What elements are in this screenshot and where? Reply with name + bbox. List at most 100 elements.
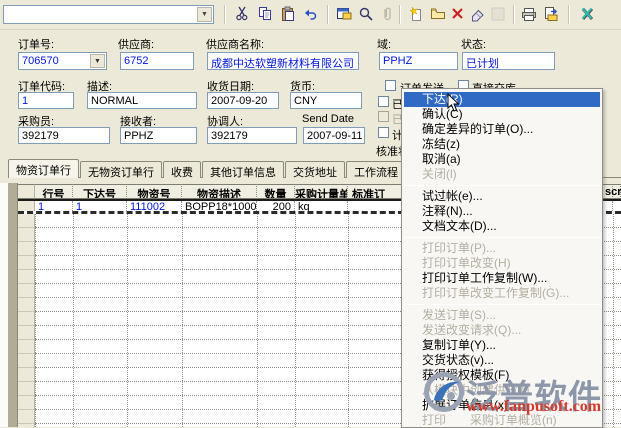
currency-field[interactable]: CNY: [290, 92, 362, 109]
toolbar-separator: [568, 5, 570, 24]
menu-item-trial-post[interactable]: 试过帐(e)...: [402, 189, 602, 204]
watermark: 泛普软件 www.fanpusoft.com: [420, 368, 621, 420]
menu-separator: [404, 185, 600, 186]
new-button[interactable]: [405, 4, 427, 26]
menu-item-confirm[interactable]: 确认(C): [402, 107, 602, 122]
menu-item-freeze[interactable]: 冻结(z): [402, 137, 602, 152]
paste-button[interactable]: [277, 4, 299, 26]
row-selector-cell[interactable]: [18, 256, 35, 270]
tab-delivery-address[interactable]: 交货地址: [285, 161, 345, 178]
tab-nonmaterial-order-lines[interactable]: 无物资订单行: [80, 161, 162, 178]
row-selector-cell[interactable]: [18, 326, 35, 340]
buyer-field[interactable]: 392179: [18, 127, 110, 144]
tab-other-order-info[interactable]: 其他订单信息: [202, 161, 284, 178]
col-item-desc[interactable]: 物资描述: [182, 184, 257, 199]
row-selector-cell[interactable]: [18, 382, 35, 396]
supplier-name-field[interactable]: 成都中达软塑新材料有限公司: [207, 52, 359, 70]
menu-item-copy-order[interactable]: 复制订单(Y)...: [402, 338, 602, 353]
coordinator-field[interactable]: 392179: [207, 127, 297, 144]
order-no-field[interactable]: 706570 ▼: [18, 52, 107, 70]
menu-separator: [404, 237, 600, 238]
cell-qty[interactable]: 200: [257, 201, 295, 211]
excel-export-button[interactable]: [577, 4, 599, 26]
tab-workflow[interactable]: 工作流程: [346, 161, 406, 178]
attachment-button[interactable]: [376, 4, 398, 26]
menu-item-document-text[interactable]: 文档文本(D)...: [402, 219, 602, 234]
cell-release-no[interactable]: 1: [73, 201, 127, 211]
col-line-no[interactable]: 行号: [35, 184, 73, 199]
excel-icon: [580, 6, 596, 25]
search-button[interactable]: [355, 4, 377, 26]
chevron-down-icon[interactable]: ▼: [90, 54, 105, 68]
col-purchase-unit[interactable]: 采购计量单: [295, 184, 348, 199]
checkbox-3[interactable]: [378, 127, 389, 138]
row-selector-cell[interactable]: [18, 298, 35, 312]
status-field[interactable]: 已计划: [462, 52, 555, 70]
row-selector-cell[interactable]: [18, 396, 35, 410]
delete-button[interactable]: [447, 4, 469, 26]
col-release-no[interactable]: 下达号: [73, 184, 127, 199]
description-field[interactable]: NORMAL: [87, 92, 197, 109]
chevron-down-icon[interactable]: ▼: [197, 7, 212, 22]
menu-item-release[interactable]: 下达(R): [404, 92, 600, 107]
toolbar-combobox[interactable]: ▼: [3, 5, 214, 24]
grid-column-line: [295, 214, 296, 427]
currency-value: CNY: [294, 95, 317, 107]
row-selector-cell[interactable]: [18, 270, 35, 284]
receive-date-field[interactable]: 2007-09-20: [207, 92, 279, 109]
grid-column-line: [73, 214, 74, 427]
menu-item-delivery-status[interactable]: 交货状态(v)...: [402, 353, 602, 368]
cell-item-no[interactable]: 111002: [127, 201, 182, 211]
col-item-no[interactable]: 物资号: [127, 184, 182, 199]
cut-button[interactable]: [231, 4, 253, 26]
order-send-checkbox[interactable]: [385, 80, 396, 91]
receive-date-value: 2007-09-20: [211, 95, 267, 107]
supplier-field[interactable]: 6752: [120, 52, 194, 70]
menu-item-send-order: 发送订单(S)...: [402, 308, 602, 323]
toolbar-separator: [327, 5, 329, 24]
row-selector-cell[interactable]: [18, 242, 35, 256]
menu-item-cancel[interactable]: 取消(a): [402, 152, 602, 167]
copy-button[interactable]: [254, 4, 276, 26]
order-code-field[interactable]: 1: [18, 92, 74, 109]
print-icon: [521, 6, 537, 25]
send-date-value: 2007-09-11: [307, 130, 362, 142]
domain-value: PPHZ: [383, 55, 412, 67]
row-selector-cell[interactable]: [18, 354, 35, 368]
open-folder-button[interactable]: [427, 4, 449, 26]
supplier-label: 供应商:: [118, 36, 154, 52]
row-selector-cell[interactable]: [18, 368, 35, 382]
row-selector-cell[interactable]: [18, 340, 35, 354]
menu-item-confirm-variance[interactable]: 确定差异的订单(O)...: [402, 122, 602, 137]
form-view-button[interactable]: [333, 4, 355, 26]
tab-material-order-lines[interactable]: 物资订单行: [8, 159, 79, 178]
menu-item-notes[interactable]: 注释(N)...: [402, 204, 602, 219]
menu-item-print-order-work-copy[interactable]: 打印订单工作复制(W)...: [402, 271, 602, 286]
clear-button[interactable]: [467, 4, 489, 26]
send-date-field[interactable]: 2007-09-11: [303, 127, 365, 144]
undo-button[interactable]: [299, 4, 321, 26]
toolbar: ▼: [0, 0, 621, 30]
menu-separator: [404, 304, 600, 305]
cell-purchase-unit[interactable]: kg: [295, 201, 348, 211]
row-selector-cell[interactable]: [18, 284, 35, 298]
export-report-button[interactable]: [540, 4, 562, 26]
row-selector-cell[interactable]: [18, 410, 35, 424]
domain-label: 域:: [377, 36, 391, 52]
receiver-value: PPHZ: [124, 130, 153, 142]
domain-field[interactable]: PPHZ: [379, 52, 458, 70]
cell-item-desc[interactable]: BOPP18*1000: [182, 201, 257, 211]
row-selector-cell[interactable]: [18, 312, 35, 326]
cell-line-no[interactable]: 1: [35, 201, 73, 211]
checkbox-1[interactable]: [378, 96, 389, 107]
row-selector-cell[interactable]: [18, 228, 35, 242]
tab-charges[interactable]: 收费: [163, 161, 201, 178]
row-selector-cell[interactable]: [18, 214, 35, 228]
col-qty[interactable]: 数量: [257, 184, 295, 199]
receiver-field[interactable]: PPHZ: [120, 127, 197, 144]
row-selector-cell[interactable]: [18, 201, 35, 211]
print-button[interactable]: [518, 4, 540, 26]
grid-left-gutter: [8, 183, 18, 427]
col-description-fragment[interactable]: scrip: [605, 186, 621, 198]
menu-item-print-order-change: 打印订单改变(H): [402, 256, 602, 271]
